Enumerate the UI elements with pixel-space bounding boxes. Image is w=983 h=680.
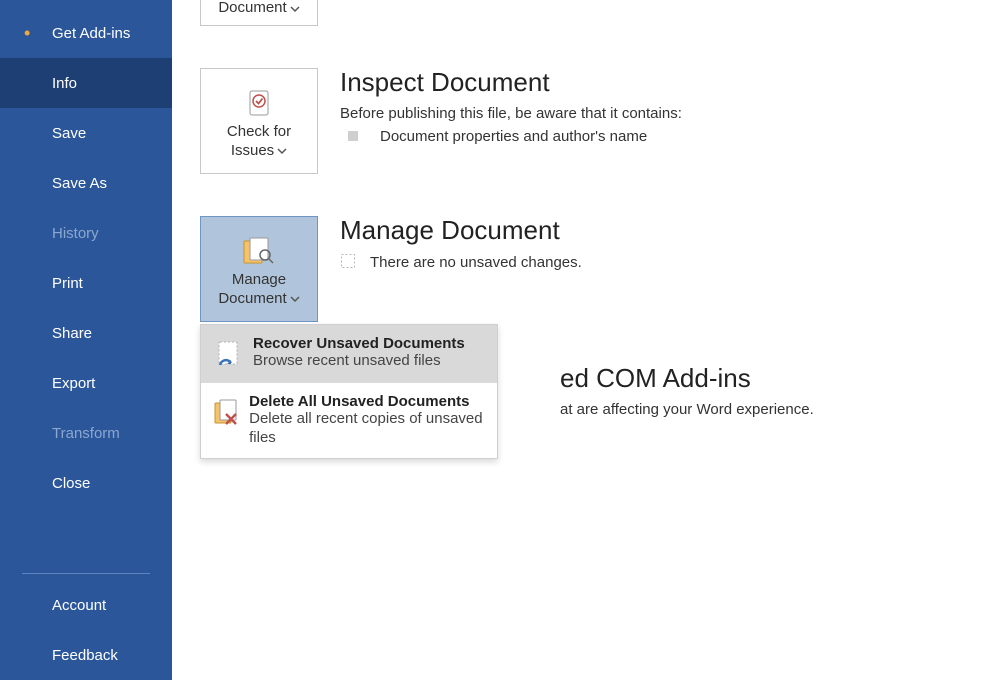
sidebar-item-label: Get Add-ins (52, 25, 130, 42)
chevron-down-icon (277, 146, 287, 156)
bullet-marker-icon (348, 131, 358, 141)
sidebar-item-label: Save As (52, 175, 107, 192)
backstage-sidebar: Get Add-ins Info Save Save As History Pr… (0, 0, 172, 680)
dropdown-item-title: Recover Unsaved Documents (253, 335, 465, 352)
addins-desc-fragment: at are affecting your Word experience. (560, 401, 814, 418)
button-label-line: Manage (232, 271, 286, 290)
inspect-bullet-row: Document properties and author's name (340, 128, 682, 145)
dropdown-item-recover-unsaved[interactable]: Recover Unsaved Documents Browse recent … (201, 325, 497, 383)
sidebar-item-label: Close (52, 475, 90, 492)
inspect-heading: Inspect Document (340, 68, 682, 97)
sidebar-item-label: Info (52, 75, 77, 92)
inspect-description: Before publishing this file, be aware th… (340, 105, 682, 122)
manage-document-icon (242, 237, 276, 271)
protect-document-button[interactable]: Document (200, 0, 318, 26)
sidebar-item-account[interactable]: Account (0, 580, 172, 630)
button-label-line: Document (218, 0, 286, 18)
sidebar-item-label: Share (52, 325, 92, 342)
sidebar-spacer (0, 508, 172, 561)
sidebar-item-label: Feedback (52, 647, 118, 664)
sidebar-item-transform: Transform (0, 408, 172, 458)
chevron-down-icon (290, 4, 300, 14)
inspect-bullet-text: Document properties and author's name (380, 128, 647, 145)
sidebar-item-save-as[interactable]: Save As (0, 158, 172, 208)
manage-content: Manage Document There are no unsaved cha… (340, 216, 582, 273)
sidebar-item-label: Account (52, 597, 106, 614)
button-label-line: Document (218, 290, 286, 309)
manage-document-section: Manage Document Manage Document There ar… (200, 216, 582, 322)
sidebar-item-label: Export (52, 375, 95, 392)
manage-heading: Manage Document (340, 216, 582, 245)
dropdown-item-subtitle: Delete all recent copies of unsaved file… (249, 410, 485, 448)
sidebar-item-label: Save (52, 125, 86, 142)
addins-heading-fragment: ed COM Add-ins (560, 364, 814, 393)
sidebar-item-info[interactable]: Info (0, 58, 172, 108)
sidebar-item-label: Print (52, 275, 83, 292)
sidebar-item-get-add-ins[interactable]: Get Add-ins (0, 8, 172, 58)
unsaved-file-icon (340, 253, 356, 273)
info-pane: Document Check for Issues (172, 0, 983, 680)
manage-document-button[interactable]: Manage Document (200, 216, 318, 322)
sidebar-item-close[interactable]: Close (0, 458, 172, 508)
check-for-issues-button[interactable]: Check for Issues (200, 68, 318, 174)
delete-document-icon (211, 395, 243, 431)
sidebar-item-print[interactable]: Print (0, 258, 172, 308)
check-document-icon (244, 89, 274, 123)
inspect-content: Inspect Document Before publishing this … (340, 68, 682, 145)
recover-document-icon (211, 337, 247, 373)
inspect-document-section: Check for Issues Inspect Document Before… (200, 68, 682, 174)
sidebar-item-label: Transform (52, 425, 120, 442)
sidebar-divider (22, 573, 150, 574)
dropdown-item-title: Delete All Unsaved Documents (249, 393, 485, 410)
sidebar-item-label: History (52, 225, 99, 242)
manage-status-row: There are no unsaved changes. (340, 253, 582, 273)
sidebar-item-save[interactable]: Save (0, 108, 172, 158)
sidebar-item-share[interactable]: Share (0, 308, 172, 358)
dropdown-item-subtitle: Browse recent unsaved files (253, 352, 465, 371)
manage-status-text: There are no unsaved changes. (370, 254, 582, 271)
manage-document-dropdown: Recover Unsaved Documents Browse recent … (200, 324, 498, 459)
sidebar-item-export[interactable]: Export (0, 358, 172, 408)
button-label-line: Issues (231, 142, 274, 161)
button-label-line: Check for (227, 123, 291, 142)
chevron-down-icon (290, 294, 300, 304)
dropdown-item-delete-unsaved[interactable]: Delete All Unsaved Documents Delete all … (201, 383, 497, 458)
sidebar-item-feedback[interactable]: Feedback (0, 630, 172, 680)
sidebar-item-history: History (0, 208, 172, 258)
